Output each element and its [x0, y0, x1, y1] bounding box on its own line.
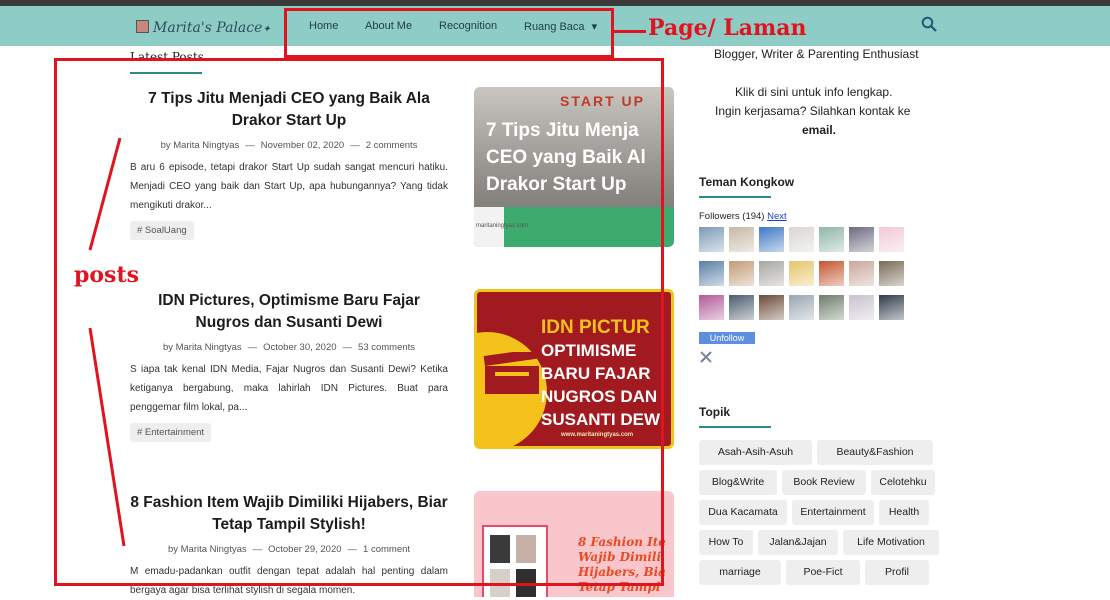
- tools-icon[interactable]: [699, 350, 713, 364]
- about-email-link[interactable]: email.: [802, 123, 836, 137]
- follower-avatar[interactable]: [849, 261, 874, 286]
- unfollow-button[interactable]: Unfollow: [699, 332, 755, 344]
- topic-tag[interactable]: Blog&Write: [699, 470, 777, 495]
- topics-title: Topik: [699, 405, 731, 419]
- logo-text: Marita's Palace: [153, 20, 263, 36]
- topic-tag[interactable]: Jalan&Jajan: [758, 530, 838, 555]
- topic-tag[interactable]: Book Review: [782, 470, 866, 495]
- followers-title-underline: [699, 196, 771, 198]
- topic-tag[interactable]: marriage: [699, 560, 781, 585]
- topic-tag[interactable]: Celotehku: [871, 470, 935, 495]
- follower-avatar[interactable]: [879, 227, 904, 252]
- logo-mark-icon: [136, 20, 149, 33]
- topic-tag[interactable]: Entertainment: [792, 500, 874, 525]
- topic-tag[interactable]: Life Motivation: [843, 530, 939, 555]
- annotation-posts-brackets: [88, 137, 126, 547]
- annotation-posts-box: [54, 58, 664, 586]
- topic-tag[interactable]: Profil: [865, 560, 929, 585]
- follower-avatar[interactable]: [879, 295, 904, 320]
- follower-avatar[interactable]: [849, 227, 874, 252]
- annotation-page-label: Page/ Laman: [648, 15, 807, 41]
- follower-avatar[interactable]: [789, 295, 814, 320]
- follower-avatar[interactable]: [759, 227, 784, 252]
- follower-avatar[interactable]: [789, 261, 814, 286]
- follower-avatar[interactable]: [759, 295, 784, 320]
- topic-tag[interactable]: Asah-Asih-Asuh: [699, 440, 812, 465]
- topic-tag[interactable]: Poe-Fict: [786, 560, 860, 585]
- topic-tag[interactable]: Beauty&Fashion: [817, 440, 933, 465]
- follower-avatar[interactable]: [729, 295, 754, 320]
- follower-avatar[interactable]: [819, 295, 844, 320]
- follower-avatar[interactable]: [849, 295, 874, 320]
- followers-count-text: Followers (194): [699, 211, 765, 222]
- topic-tag[interactable]: How To: [699, 530, 753, 555]
- topic-tag[interactable]: Dua Kacamata: [699, 500, 787, 525]
- about-tagline: Blogger, Writer & Parenting Enthusiast: [714, 47, 919, 61]
- followers-next-link[interactable]: Next: [767, 211, 787, 222]
- topics-title-underline: [699, 426, 771, 428]
- follower-avatar[interactable]: [729, 261, 754, 286]
- follower-avatar[interactable]: [819, 227, 844, 252]
- follower-avatar[interactable]: [699, 295, 724, 320]
- follower-avatar[interactable]: [789, 227, 814, 252]
- site-logo[interactable]: Marita's Palace✦: [136, 20, 271, 36]
- annotation-nav-arrow: [612, 30, 646, 33]
- follower-avatar[interactable]: [729, 227, 754, 252]
- about-info-link[interactable]: Klik di sini untuk info lengkap.: [735, 85, 892, 99]
- annotation-nav-box: [284, 8, 614, 58]
- follower-avatar[interactable]: [699, 227, 724, 252]
- follower-avatar[interactable]: [699, 261, 724, 286]
- about-contact-text: Ingin kerjasama? Silahkan kontak ke: [715, 104, 911, 118]
- followers-count: Followers (194) Next: [699, 211, 787, 222]
- sparkle-icon: ✦: [262, 24, 271, 35]
- follower-avatar[interactable]: [879, 261, 904, 286]
- search-icon[interactable]: [921, 16, 937, 32]
- follower-avatar[interactable]: [759, 261, 784, 286]
- topic-tag[interactable]: Health: [879, 500, 929, 525]
- followers-title: Teman Kongkow: [699, 175, 795, 189]
- follower-avatar[interactable]: [819, 261, 844, 286]
